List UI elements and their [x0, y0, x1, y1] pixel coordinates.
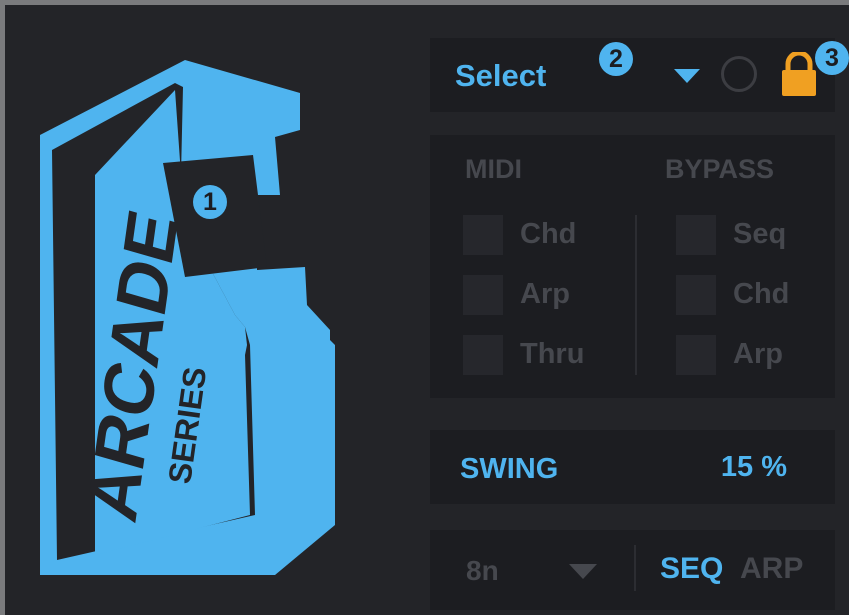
midi-arp-checkbox[interactable] — [463, 275, 503, 315]
midi-header: MIDI — [465, 154, 522, 184]
column-divider — [635, 215, 637, 375]
midi-arp-label: Arp — [520, 278, 570, 310]
note-length-select[interactable]: 8n — [466, 555, 499, 587]
lock-icon[interactable] — [780, 52, 818, 98]
mode-divider — [634, 545, 636, 591]
swing-value[interactable]: 15 % — [721, 451, 787, 484]
bypass-arp-checkbox[interactable] — [676, 335, 716, 375]
midi-thru-label: Thru — [520, 338, 585, 370]
chevron-down-icon[interactable] — [569, 564, 597, 579]
callout-badge-1: 1 — [193, 185, 227, 219]
bypass-seq-label: Seq — [733, 218, 787, 250]
arp-mode-button[interactable]: ARP — [740, 552, 803, 586]
mode-bar: 8n SEQ ARP — [430, 530, 835, 610]
bypass-chd-checkbox[interactable] — [676, 275, 716, 315]
midi-chd-label: Chd — [520, 218, 577, 250]
callout-badge-3: 3 — [815, 41, 849, 75]
preset-select-label[interactable]: Select — [455, 58, 546, 94]
bypass-seq-checkbox[interactable] — [676, 215, 716, 255]
swing-control[interactable]: SWING 15 % — [430, 430, 835, 504]
bypass-chd-label: Chd — [733, 278, 790, 310]
midi-bypass-panel: MIDI BYPASS Chd Arp Thru Seq Chd Arp — [430, 135, 835, 398]
device-frame: ARCADE SERIES 1 Select 2 3 MIDI BYPASS C… — [5, 5, 849, 615]
callout-badge-2: 2 — [599, 42, 633, 76]
bypass-header: BYPASS — [665, 154, 775, 184]
arcade-cabinet-logo: ARCADE SERIES — [40, 60, 335, 575]
preset-select-bar[interactable]: Select — [430, 38, 835, 112]
midi-chd-checkbox[interactable] — [463, 215, 503, 255]
swing-label: SWING — [460, 453, 559, 485]
bypass-arp-label: Arp — [733, 338, 783, 370]
seq-mode-button[interactable]: SEQ — [660, 552, 723, 586]
chevron-down-icon[interactable] — [674, 69, 700, 83]
record-toggle-button[interactable] — [721, 56, 757, 92]
midi-thru-checkbox[interactable] — [463, 335, 503, 375]
